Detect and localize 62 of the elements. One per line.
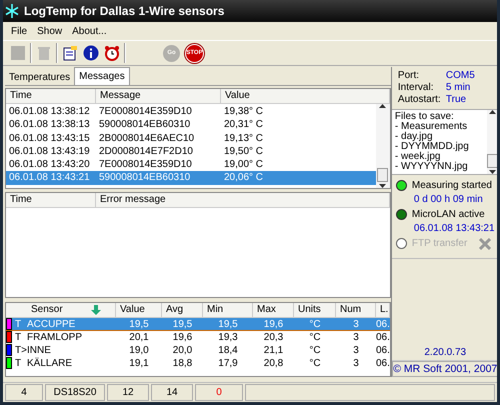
scroll-up-icon[interactable] bbox=[489, 110, 496, 114]
menu-item[interactable]: About... bbox=[72, 26, 107, 36]
status-label: FTP transfer bbox=[412, 238, 468, 249]
scroll-down-icon[interactable] bbox=[489, 170, 496, 174]
column-header[interactable]: Units bbox=[294, 302, 336, 317]
version-text: 2.20.0.73 bbox=[392, 346, 497, 361]
status-panel: 12 bbox=[107, 384, 149, 401]
message-row[interactable]: 06.01.08 13:38:12 7E0008014E359D10 19,38° C bbox=[6, 105, 376, 118]
message-row[interactable]: 06.01.08 13:38:13 590008014EB60310 20,31° C bbox=[6, 118, 376, 132]
column-header[interactable]: L. bbox=[376, 302, 390, 317]
scrollbar[interactable] bbox=[486, 110, 497, 174]
column-header[interactable]: Value bbox=[221, 89, 390, 103]
tab[interactable]: Temperatures bbox=[5, 70, 74, 85]
setting-label: Autostart: bbox=[398, 94, 442, 106]
file-list-item: - WYYYYNN.jpg bbox=[394, 162, 469, 172]
setting-label: Port: bbox=[398, 70, 420, 82]
status-detail: 06.01.08 13:43:21 bbox=[412, 222, 495, 235]
menu-item[interactable]: Show bbox=[37, 26, 62, 36]
file-list-item: - Measurements bbox=[394, 122, 468, 132]
setting-value: 5 min bbox=[446, 82, 470, 94]
snowflake-icon bbox=[5, 4, 19, 18]
message-row[interactable]: 06.01.08 13:43:19 2D0008014E7F2D10 19,50° C bbox=[6, 144, 376, 158]
column-header[interactable]: Avg bbox=[162, 302, 203, 317]
sensor-row[interactable]: T>INNE 19,0 20,0 18,4 21,1 °C 3 06. bbox=[6, 344, 390, 357]
tab[interactable]: Messages bbox=[74, 67, 130, 85]
column-header[interactable]: Time bbox=[6, 89, 96, 103]
column-header[interactable]: Value bbox=[116, 302, 162, 317]
column-header[interactable]: Max bbox=[253, 302, 294, 317]
sensor-row[interactable]: T KÄLLARE 19,1 18,8 17,9 20,8 °C 3 06. bbox=[6, 356, 390, 370]
column-header[interactable]: Time bbox=[6, 193, 96, 208]
status-label: Measuring started bbox=[412, 180, 492, 191]
info-icon[interactable] bbox=[82, 44, 100, 62]
column-header[interactable]: Sensor bbox=[6, 302, 116, 317]
column-header[interactable]: Num bbox=[336, 302, 376, 317]
message-row[interactable]: 06.01.08 13:43:20 7E0008014E359D10 19,00° C bbox=[6, 158, 376, 172]
status-panel: DS18S20 bbox=[45, 384, 105, 401]
setting-value: True bbox=[446, 94, 466, 106]
status-panel: 14 bbox=[151, 384, 193, 401]
status-detail: 0 d 00 h 09 min bbox=[412, 193, 484, 206]
message-row[interactable]: 06.01.08 13:43:15 2B0008014E6AEC10 19,13° C bbox=[6, 132, 376, 145]
file-list-item: Files to save: bbox=[394, 112, 455, 122]
setting-label: Interval: bbox=[398, 82, 434, 94]
clipboard-icon[interactable] bbox=[61, 44, 79, 62]
window-title: LogTemp for Dallas 1-Wire sensors bbox=[24, 4, 224, 18]
column-header[interactable]: Message bbox=[96, 89, 221, 103]
menu-item[interactable]: File bbox=[11, 26, 28, 36]
status-panel: 0 bbox=[195, 384, 243, 401]
status-panel: 4 bbox=[5, 384, 43, 401]
scroll-thumb[interactable] bbox=[377, 168, 388, 182]
column-header[interactable]: Error message bbox=[96, 193, 390, 208]
sort-arrow-icon bbox=[91, 304, 101, 315]
copyright-text: © MR Soft 2001, 2007 bbox=[392, 361, 497, 377]
scroll-thumb[interactable] bbox=[487, 154, 497, 168]
column-header[interactable]: Min bbox=[203, 302, 253, 317]
sensor-row[interactable]: T FRAMLOPP 20,1 19,6 19,3 20,3 °C 3 06. bbox=[6, 330, 390, 344]
status-label: MicroLAN active bbox=[412, 209, 485, 220]
setting-value: COM5 bbox=[446, 70, 475, 82]
file-list-item: - DYYMMDD.jpg bbox=[394, 142, 470, 152]
alarm-icon[interactable] bbox=[103, 44, 121, 62]
scrollbar[interactable] bbox=[376, 104, 390, 188]
file-list-item: - day.jpg bbox=[394, 132, 433, 142]
file-list-item: - week.jpg bbox=[394, 152, 440, 162]
